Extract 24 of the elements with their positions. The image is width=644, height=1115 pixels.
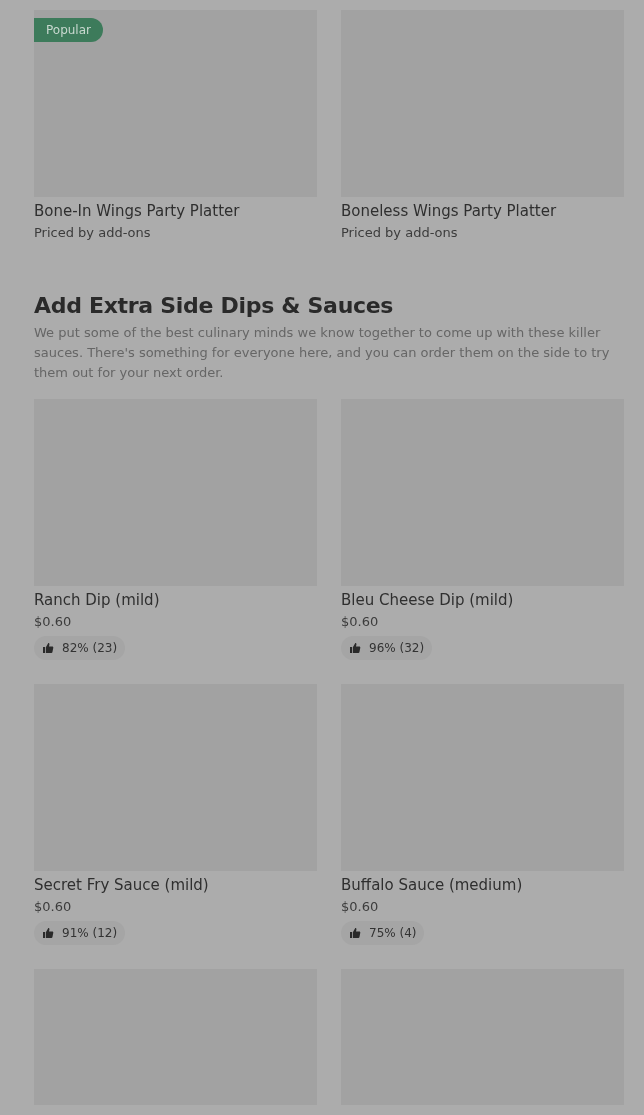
item-title[interactable]: Ranch Dip (mild) [34,588,160,612]
image-placeholder[interactable]: Popular [34,10,317,197]
item-title[interactable]: Bone-In Wings Party Platter [34,199,240,223]
item-price: $0.60 [34,613,72,631]
thumbs-up-icon [349,927,361,939]
item-price: $0.60 [34,898,72,916]
thumbs-up-icon [42,642,54,654]
item-title[interactable]: Bleu Cheese Dip (mild) [341,588,514,612]
item-price: Priced by add-ons [34,224,151,242]
rating-text: 91% (12) [62,926,118,940]
item-price: $0.60 [341,613,379,631]
item-title[interactable]: Secret Fry Sauce (mild) [34,873,209,897]
section-description: We put some of the best culinary minds we know together to come up with these killer sauces. There's something for everyone here, and you can order them on the side to try them out for your next order. [34,324,611,382]
rating-text: 82% (23) [62,641,118,655]
item-price: $0.60 [341,898,379,916]
rating-text: 75% (4) [369,926,417,940]
popular-badge: Popular [34,18,103,42]
item-price: Priced by add-ons [341,224,458,242]
item-title[interactable]: Boneless Wings Party Platter [341,199,557,223]
item-title[interactable]: Buffalo Sauce (medium) [341,873,523,897]
rating-text: 96% (32) [369,641,425,655]
section-heading: Add Extra Side Dips & Sauces [34,292,395,320]
thumbs-up-icon [349,642,361,654]
thumbs-up-icon [42,927,54,939]
